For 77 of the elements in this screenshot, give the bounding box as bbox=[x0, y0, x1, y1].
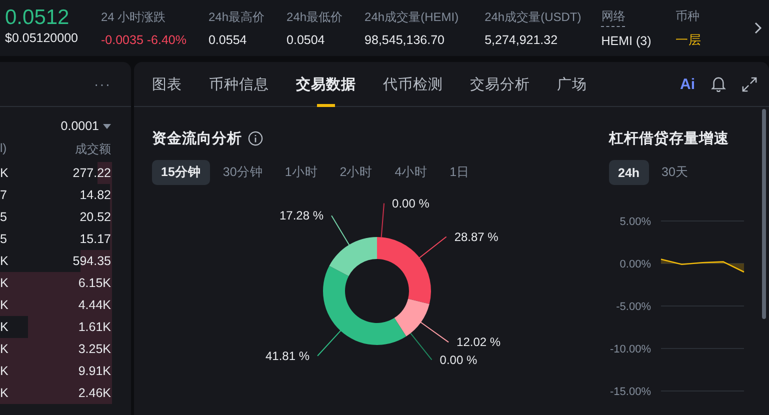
leader-line bbox=[380, 202, 385, 238]
table-cell: K bbox=[0, 254, 8, 268]
table-cell: 594.35 bbox=[72, 254, 111, 268]
stat-label: 24h最高价 bbox=[208, 9, 265, 26]
table-cell: K bbox=[0, 342, 8, 356]
info-icon bbox=[248, 131, 263, 146]
period-button[interactable]: 30分钟 bbox=[214, 160, 272, 185]
section-title: 杠杆借贷存量增速 bbox=[609, 130, 729, 148]
stat-value: 0.0504 bbox=[286, 33, 326, 47]
bell-icon[interactable] bbox=[711, 76, 726, 92]
table-cell: 6.15K bbox=[78, 276, 111, 290]
tab[interactable]: 交易分析 bbox=[470, 62, 530, 106]
stat-label: 24h成交量(HEMI) bbox=[364, 9, 459, 26]
caret-icon bbox=[103, 124, 111, 128]
stat-label: 网络 bbox=[601, 8, 626, 27]
period-button[interactable]: 2小时 bbox=[330, 160, 382, 185]
table-cell: 14.82 bbox=[80, 188, 111, 202]
axis-label: -10.00% bbox=[610, 344, 651, 356]
table-cell: 277.22 bbox=[72, 166, 111, 180]
axis-label: -15.00% bbox=[610, 386, 651, 397]
scrollbar[interactable] bbox=[762, 109, 766, 319]
stat-value: 一层 bbox=[675, 32, 702, 48]
more-button[interactable]: ··· bbox=[94, 76, 111, 92]
stat-label: 24h成交量(USDT) bbox=[484, 9, 582, 26]
last-price: 0.0512 bbox=[5, 7, 70, 29]
stat-value: -0.0035 -6.40% bbox=[101, 33, 186, 47]
period-button[interactable]: 30天 bbox=[652, 160, 698, 185]
column-header: 成交额 bbox=[75, 141, 111, 158]
stat-label: 24h最低价 bbox=[286, 9, 343, 26]
table-cell: 4.44K bbox=[78, 298, 111, 312]
value-label: 0.00 % bbox=[440, 352, 478, 367]
table-cell: 2.46K bbox=[78, 386, 111, 400]
value-label: 28.87 % bbox=[454, 230, 498, 244]
stat-label: 24 小时涨跌 bbox=[101, 9, 167, 26]
stat-value: HEMI (3) bbox=[601, 34, 652, 48]
period-button[interactable]: 4小时 bbox=[386, 160, 437, 185]
expand-icon[interactable] bbox=[742, 76, 757, 92]
axis-label: 0.00% bbox=[620, 258, 651, 270]
column-header: l) bbox=[0, 141, 7, 157]
value-label: 41.81 % bbox=[266, 348, 310, 363]
period-button[interactable]: 15分钟 bbox=[152, 160, 210, 185]
tab[interactable]: 广场 bbox=[557, 62, 587, 106]
precision-dropdown[interactable]: 0.0001 bbox=[60, 119, 111, 133]
stat-value: 0.0554 bbox=[208, 33, 248, 47]
value-label: 12.02 % bbox=[456, 335, 501, 350]
table-cell: K bbox=[0, 386, 8, 400]
table-cell: 1.61K bbox=[78, 320, 111, 334]
table-cell: 5 bbox=[0, 232, 7, 246]
value-label: 0.00 % bbox=[392, 196, 430, 210]
period-button[interactable]: 1小时 bbox=[276, 160, 327, 185]
axis-label: 5.00% bbox=[620, 216, 651, 228]
period-button[interactable]: 24h bbox=[609, 160, 649, 185]
stat-value: 5,274,921.32 bbox=[484, 33, 559, 47]
table-cell: K bbox=[0, 364, 8, 378]
table-cell: K bbox=[0, 276, 8, 290]
chevron-right-icon[interactable] bbox=[754, 22, 762, 34]
table-cell: K bbox=[0, 166, 8, 180]
table-cell: 7 bbox=[0, 188, 7, 202]
table-cell: 3.25K bbox=[78, 342, 111, 356]
table-cell: K bbox=[0, 320, 8, 334]
ai-button[interactable]: Ai bbox=[680, 76, 695, 92]
tab[interactable]: 代币检测 bbox=[383, 62, 443, 106]
tab[interactable]: 交易数据 bbox=[296, 62, 356, 106]
table-cell: 5 bbox=[0, 210, 7, 224]
value-label: 17.28 % bbox=[279, 208, 324, 223]
table-cell: 9.91K bbox=[78, 364, 111, 378]
price-usd: $0.05120000 bbox=[5, 31, 79, 45]
table-cell: K bbox=[0, 298, 8, 312]
period-button[interactable]: 1日 bbox=[440, 160, 479, 185]
section-title: 资金流向分析 bbox=[152, 130, 242, 148]
stat-value: 98,545,136.70 bbox=[364, 33, 446, 47]
table-cell: 20.52 bbox=[80, 210, 111, 224]
tab[interactable]: 图表 bbox=[152, 62, 182, 106]
tab[interactable]: 币种信息 bbox=[209, 62, 269, 106]
table-cell: 15.17 bbox=[80, 232, 111, 246]
axis-label: -5.00% bbox=[616, 301, 651, 313]
stat-label: 币种 bbox=[675, 8, 700, 24]
